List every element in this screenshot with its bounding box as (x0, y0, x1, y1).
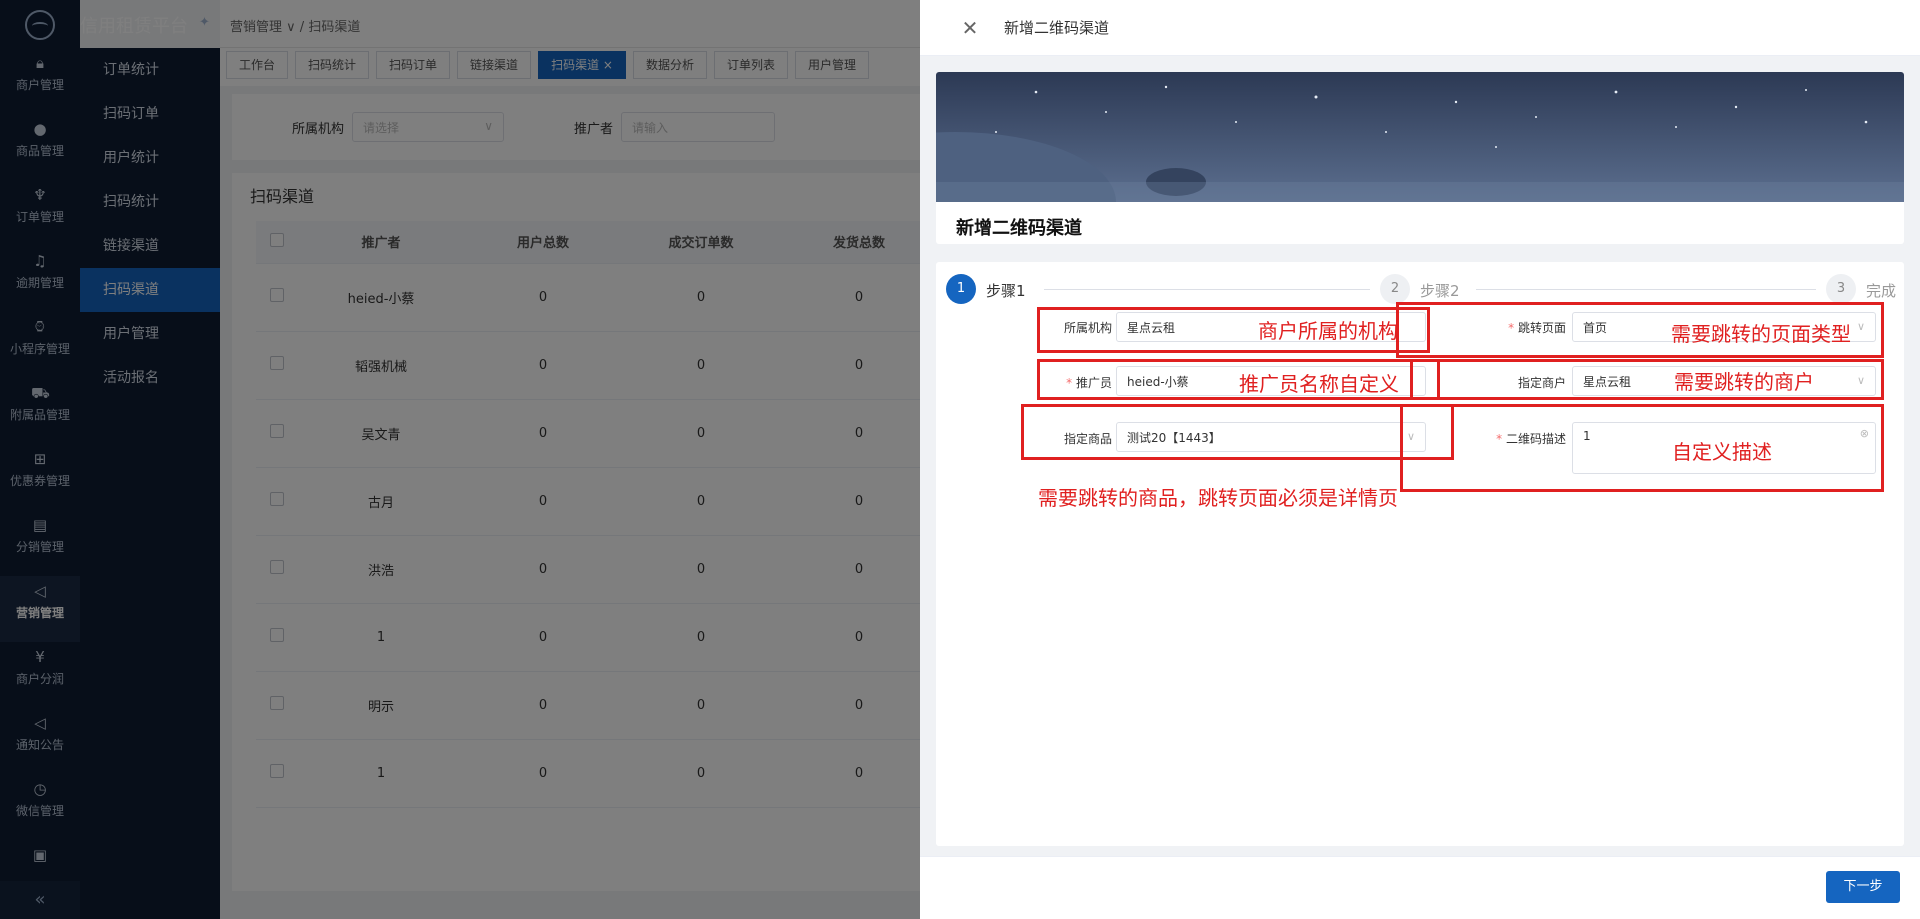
hero-title: 新增二维码渠道 (956, 218, 1082, 239)
step-2-label: 步骤2 (1420, 282, 1460, 300)
page-header-card: 新增二维码渠道 (936, 72, 1904, 244)
annotation-org: 商户所属的机构 (1258, 319, 1398, 343)
next-step-button[interactable]: 下一步 (1826, 871, 1900, 903)
night-sky-illustration (936, 72, 1904, 244)
steps-indicator: 1 步骤1 2 步骤2 3 完成 (946, 274, 1896, 304)
drawer-body: 新增二维码渠道 1 步骤1 2 步骤2 3 完成 所属机构 星点云租 * 跳转页… (920, 56, 1920, 856)
drawer-header: ✕ 新增二维码渠道 (920, 0, 1920, 56)
step-1-icon: 1 (946, 274, 976, 304)
drawer-title: 新增二维码渠道 (1004, 19, 1110, 37)
annotation-promoter: 推广员名称自定义 (1239, 372, 1399, 396)
step-2-icon: 2 (1380, 274, 1410, 304)
close-icon[interactable]: ✕ (954, 16, 986, 40)
annotation-desc: 自定义描述 (1672, 440, 1772, 464)
qr-channel-form: 1 步骤1 2 步骤2 3 完成 所属机构 星点云租 * 跳转页面 首页 ∨ * … (936, 262, 1904, 846)
annotation-product: 需要跳转的商品，跳转页面必须是详情页 (1038, 486, 1398, 510)
step-1-label: 步骤1 (986, 282, 1026, 300)
step-divider (1044, 289, 1370, 290)
drawer-footer: 下一步 (920, 856, 1920, 919)
step-divider (1476, 289, 1816, 290)
annotation-box-desc (1400, 404, 1884, 492)
annotation-box-product (1021, 404, 1454, 460)
annotation-merchant: 需要跳转的商户 (1674, 370, 1814, 394)
step-3-icon: 3 (1826, 274, 1856, 304)
night-sky-image (936, 85, 1904, 244)
create-qr-channel-drawer: ✕ 新增二维码渠道 新增二维码渠道 1 步骤1 2 步骤2 3 完成 所属机构 … (920, 0, 1920, 919)
annotation-jump: 需要跳转的页面类型 (1671, 322, 1851, 346)
step-3-label: 完成 (1866, 282, 1897, 300)
